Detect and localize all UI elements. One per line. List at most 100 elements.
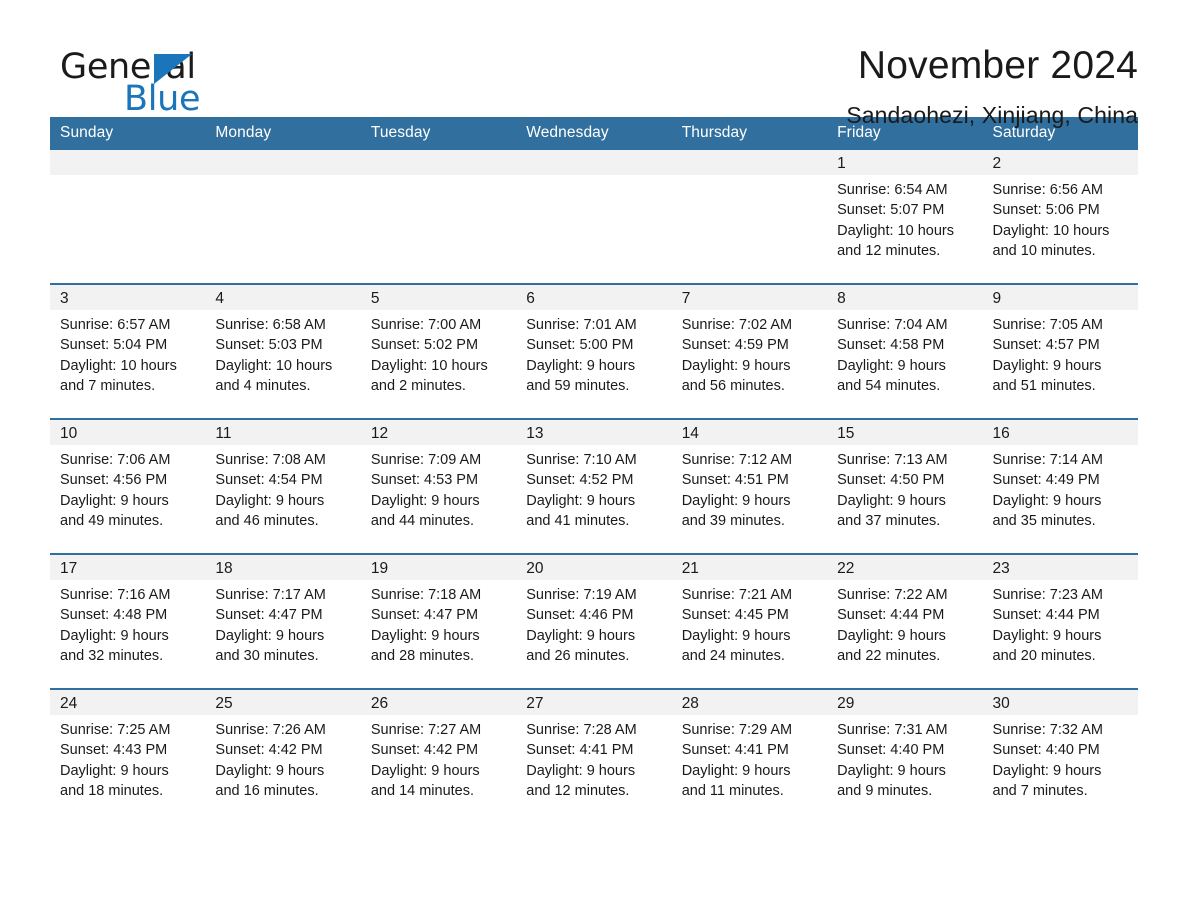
weekday-header-sunday: Sunday [50, 117, 206, 150]
day-cell[interactable]: 27 Sunrise: 7:28 AM Sunset: 4:41 PM Dayligh… [516, 690, 672, 823]
day-cell[interactable]: 15 Sunrise: 7:13 AM Sunset: 4:50 PM Dayligh… [827, 420, 983, 553]
daylight-text: Daylight: 9 hours and 20 minutes. [992, 627, 1102, 664]
calendar-cell: 15 Sunrise: 7:13 AM Sunset: 4:50 PM Dayligh… [827, 418, 983, 554]
day-cell[interactable]: 6 Sunrise: 7:01 AM Sunset: 5:00 PM Daylight… [516, 285, 672, 418]
day-cell[interactable]: 28 Sunrise: 7:29 AM Sunset: 4:41 PM Dayligh… [671, 690, 828, 823]
sunset-text: Sunset: 5:03 PM [215, 337, 323, 354]
calendar-cell: 30 Sunrise: 7:32 AM Sunset: 4:40 PM Dayligh… [982, 688, 1138, 823]
daylight-text: Daylight: 10 hours and 4 minutes. [215, 357, 333, 394]
day-details: Sunrise: 7:12 AM Sunset: 4:51 PM Daylight:… [672, 445, 827, 531]
day-cell[interactable]: 29 Sunrise: 7:31 AM Sunset: 4:40 PM Dayligh… [827, 690, 983, 823]
day-cell[interactable]: 30 Sunrise: 7:32 AM Sunset: 4:40 PM Dayligh… [982, 690, 1138, 823]
day-cell[interactable]: 20 Sunrise: 7:19 AM Sunset: 4:46 PM Dayligh… [516, 555, 672, 688]
generalblue-logo[interactable]: General Blue [50, 42, 270, 120]
sunset-text: Sunset: 4:58 PM [837, 337, 945, 354]
day-details: Sunrise: 6:58 AM Sunset: 5:03 PM Daylight:… [205, 310, 360, 396]
day-details: Sunrise: 7:09 AM Sunset: 4:53 PM Daylight:… [361, 445, 516, 531]
day-cell[interactable]: 23 Sunrise: 7:23 AM Sunset: 4:44 PM Dayligh… [982, 555, 1138, 688]
sunrise-text: Sunrise: 7:06 AM [60, 452, 171, 468]
day-cell[interactable]: 22 Sunrise: 7:22 AM Sunset: 4:44 PM Dayligh… [827, 555, 983, 688]
logo-text-blue: Blue [124, 79, 201, 119]
day-cell[interactable]: 24 Sunrise: 7:25 AM Sunset: 4:43 PM Dayligh… [50, 690, 206, 823]
daylight-text: Daylight: 9 hours and 54 minutes. [837, 357, 946, 394]
daylight-text: Daylight: 9 hours and 7 minutes. [992, 762, 1102, 799]
daylight-text: Daylight: 9 hours and 39 minutes. [681, 492, 791, 529]
day-cell[interactable]: 8 Sunrise: 7:04 AM Sunset: 4:58 PM Daylight… [827, 285, 983, 418]
calendar-week-row: 24 Sunrise: 7:25 AM Sunset: 4:43 PM Dayligh… [50, 688, 1138, 823]
sunset-text: Sunset: 4:59 PM [681, 337, 789, 354]
sunset-text: Sunset: 4:56 PM [60, 472, 168, 489]
day-details: Sunrise: 7:00 AM Sunset: 5:02 PM Daylight:… [361, 310, 516, 396]
sunrise-text: Sunrise: 7:18 AM [370, 587, 482, 603]
calendar-page: General Blue November 2024 Sandaohezi, X… [0, 0, 1188, 918]
calendar-cell: 11 Sunrise: 7:08 AM Sunset: 4:54 PM Dayligh… [205, 418, 361, 554]
calendar-cell: 10 Sunrise: 7:06 AM Sunset: 4:56 PM Dayligh… [50, 418, 206, 554]
day-cell[interactable]: 3 Sunrise: 6:57 AM Sunset: 5:04 PM Daylight… [50, 285, 206, 418]
day-cell[interactable]: 18 Sunrise: 7:17 AM Sunset: 4:47 PM Dayligh… [205, 555, 361, 688]
day-cell[interactable]: 2 Sunrise: 6:56 AM Sunset: 5:06 PM Daylight… [982, 150, 1138, 283]
sunrise-text: Sunrise: 7:01 AM [526, 317, 637, 333]
day-cell[interactable]: 4 Sunrise: 6:58 AM Sunset: 5:03 PM Daylight… [205, 285, 361, 418]
day-cell[interactable]: 26 Sunrise: 7:27 AM Sunset: 4:42 PM Dayligh… [360, 690, 517, 823]
day-cell[interactable]: 25 Sunrise: 7:26 AM Sunset: 4:42 PM Dayligh… [205, 690, 361, 823]
sunrise-text: Sunrise: 7:17 AM [215, 587, 326, 603]
daylight-text: Daylight: 9 hours and 37 minutes. [837, 492, 946, 529]
sunrise-text: Sunrise: 7:16 AM [60, 587, 171, 603]
calendar-cell: 26 Sunrise: 7:27 AM Sunset: 4:42 PM Dayligh… [360, 688, 517, 823]
day-number: 26 [360, 690, 517, 715]
sunrise-text: Sunrise: 7:21 AM [681, 587, 793, 603]
day-cell[interactable]: 16 Sunrise: 7:14 AM Sunset: 4:49 PM Dayligh… [982, 420, 1138, 553]
calendar-grid: Sunday Monday Tuesday Wednesday Thursday… [50, 117, 1138, 823]
day-cell[interactable]: 21 Sunrise: 7:21 AM Sunset: 4:45 PM Dayligh… [671, 555, 828, 688]
day-cell[interactable]: 17 Sunrise: 7:16 AM Sunset: 4:48 PM Dayligh… [50, 555, 206, 688]
day-cell[interactable]: 1 Sunrise: 6:54 AM Sunset: 5:07 PM Daylight… [827, 150, 983, 283]
day-details: Sunrise: 7:32 AM Sunset: 4:40 PM Daylight:… [983, 715, 1138, 801]
page-title: November 2024 [857, 44, 1138, 87]
daylight-text: Daylight: 9 hours and 41 minutes. [526, 492, 636, 529]
day-cell[interactable]: 5 Sunrise: 7:00 AM Sunset: 5:02 PM Daylight… [360, 285, 517, 418]
day-cell[interactable]: 11 Sunrise: 7:08 AM Sunset: 4:54 PM Dayligh… [205, 420, 361, 553]
day-number [671, 150, 828, 175]
day-details: Sunrise: 7:26 AM Sunset: 4:42 PM Daylight:… [205, 715, 360, 801]
day-details: Sunrise: 6:56 AM Sunset: 5:06 PM Daylight:… [983, 175, 1138, 261]
day-details: Sunrise: 7:10 AM Sunset: 4:52 PM Daylight:… [516, 445, 671, 531]
calendar-cell [516, 150, 672, 284]
calendar-cell: 5 Sunrise: 7:00 AM Sunset: 5:02 PM Daylight… [360, 283, 517, 419]
daylight-text: Daylight: 9 hours and 35 minutes. [992, 492, 1102, 529]
daylight-text: Daylight: 9 hours and 46 minutes. [215, 492, 325, 529]
day-cell-empty [360, 150, 517, 283]
day-cell[interactable]: 13 Sunrise: 7:10 AM Sunset: 4:52 PM Dayligh… [516, 420, 672, 553]
day-number: 20 [516, 555, 672, 580]
sunset-text: Sunset: 4:48 PM [60, 607, 168, 624]
calendar-cell: 24 Sunrise: 7:25 AM Sunset: 4:43 PM Dayligh… [50, 688, 206, 823]
sunrise-text: Sunrise: 6:58 AM [215, 317, 326, 333]
day-details: Sunrise: 7:21 AM Sunset: 4:45 PM Daylight:… [672, 580, 827, 666]
day-number: 7 [671, 285, 828, 310]
day-number: 14 [671, 420, 828, 445]
day-number: 11 [205, 420, 361, 445]
day-number: 15 [827, 420, 983, 445]
calendar-cell: 27 Sunrise: 7:28 AM Sunset: 4:41 PM Dayligh… [516, 688, 672, 823]
day-number [50, 150, 206, 175]
day-cell[interactable]: 10 Sunrise: 7:06 AM Sunset: 4:56 PM Dayligh… [50, 420, 206, 553]
calendar-cell: 9 Sunrise: 7:05 AM Sunset: 4:57 PM Daylight… [982, 283, 1138, 419]
calendar-cell: 1 Sunrise: 6:54 AM Sunset: 5:07 PM Daylight… [827, 150, 983, 284]
sunset-text: Sunset: 4:47 PM [215, 607, 323, 624]
sunset-text: Sunset: 4:40 PM [992, 742, 1100, 759]
calendar-cell: 6 Sunrise: 7:01 AM Sunset: 5:00 PM Daylight… [516, 283, 672, 419]
calendar-cell: 18 Sunrise: 7:17 AM Sunset: 4:47 PM Dayligh… [205, 553, 361, 689]
day-cell[interactable]: 12 Sunrise: 7:09 AM Sunset: 4:53 PM Dayligh… [360, 420, 517, 553]
day-cell[interactable]: 19 Sunrise: 7:18 AM Sunset: 4:47 PM Dayligh… [360, 555, 517, 688]
sunset-text: Sunset: 4:52 PM [526, 472, 634, 489]
day-details: Sunrise: 7:25 AM Sunset: 4:43 PM Daylight:… [50, 715, 205, 801]
sunrise-text: Sunrise: 7:00 AM [370, 317, 482, 333]
day-cell[interactable]: 7 Sunrise: 7:02 AM Sunset: 4:59 PM Daylight… [671, 285, 828, 418]
day-cell[interactable]: 14 Sunrise: 7:12 AM Sunset: 4:51 PM Dayligh… [671, 420, 828, 553]
daylight-text: Daylight: 9 hours and 49 minutes. [60, 492, 169, 529]
day-number: 5 [360, 285, 517, 310]
day-details: Sunrise: 6:57 AM Sunset: 5:04 PM Daylight:… [50, 310, 205, 396]
sunrise-text: Sunrise: 7:14 AM [992, 452, 1103, 468]
daylight-text: Daylight: 10 hours and 10 minutes. [992, 222, 1110, 259]
day-cell[interactable]: 9 Sunrise: 7:05 AM Sunset: 4:57 PM Daylight… [982, 285, 1138, 418]
calendar-cell: 20 Sunrise: 7:19 AM Sunset: 4:46 PM Dayligh… [516, 553, 672, 689]
